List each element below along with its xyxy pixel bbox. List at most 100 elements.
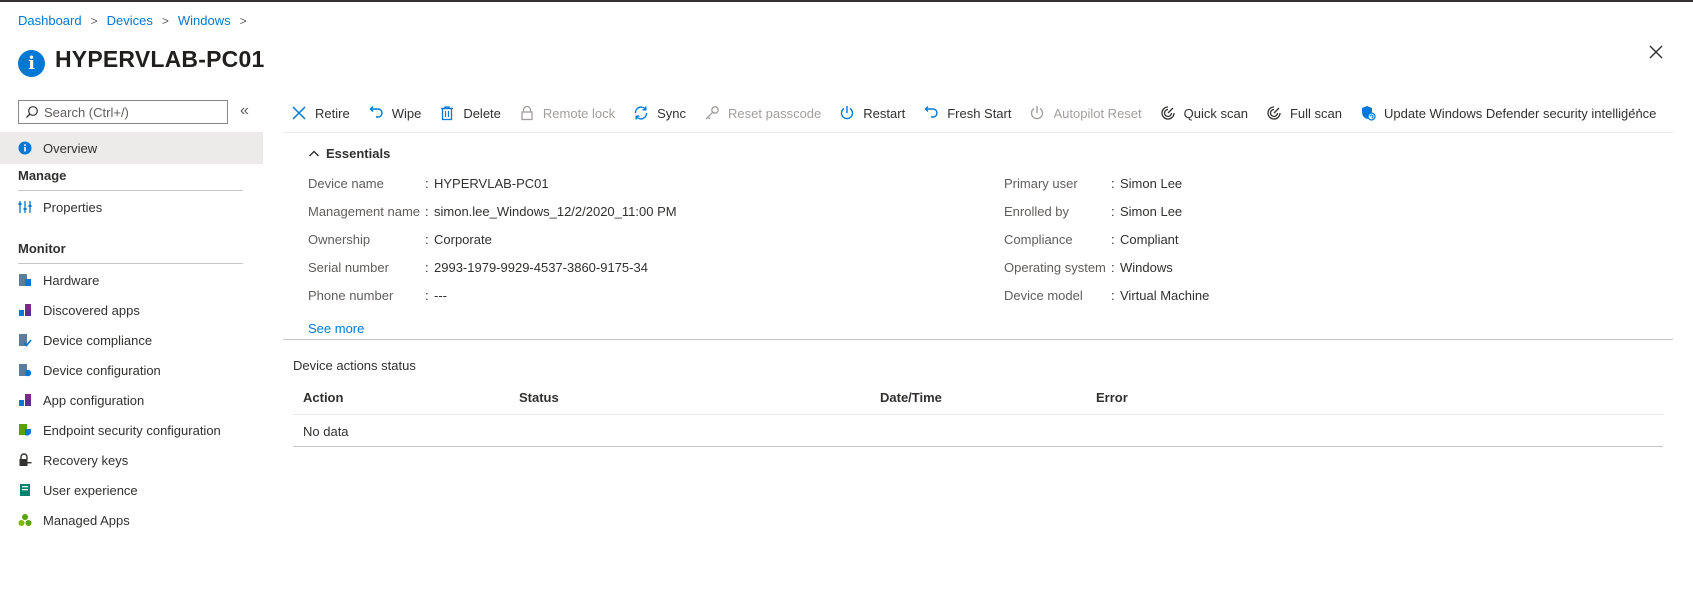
section-heading-manage: Manage (18, 168, 243, 191)
retire-button[interactable]: Retire (290, 104, 350, 122)
page-title: HYPERVLAB-PC01 (55, 46, 265, 72)
breadcrumb-devices[interactable]: Devices (107, 13, 153, 28)
essentials-colon: : (425, 288, 429, 303)
reset-passcode-button[interactable]: Reset passcode (703, 104, 821, 122)
column-header-status[interactable]: Status (519, 390, 559, 405)
essentials-value: Corporate (434, 232, 492, 247)
managed-apps-icon (18, 513, 32, 527)
chevron-right-icon: > (239, 13, 247, 28)
collapse-sidebar-icon[interactable]: « (240, 102, 249, 120)
retire-label: Retire (315, 105, 350, 121)
sidebar-item-hardware[interactable]: Hardware (0, 265, 263, 295)
essentials-colon: : (425, 204, 429, 219)
divider (283, 132, 1673, 133)
quick-scan-button[interactable]: Quick scan (1159, 104, 1248, 122)
refresh-icon (922, 104, 940, 122)
essentials-toggle[interactable]: Essentials (308, 146, 390, 161)
essentials-key: Phone number (308, 288, 394, 303)
essentials-colon: : (1111, 260, 1115, 275)
essentials-colon: : (1111, 204, 1115, 219)
sidebar-item-endpoint-security-configuration[interactable]: Endpoint security configuration (0, 415, 263, 445)
sidebar-item-user-experience[interactable]: User experience (0, 475, 263, 505)
essentials-row: Device name : HYPERVLAB-PC01 (308, 176, 549, 192)
close-button[interactable] (1648, 44, 1668, 64)
column-header-datetime[interactable]: Date/Time (880, 390, 942, 405)
top-border (0, 0, 1693, 2)
essentials-key: Enrolled by (1004, 204, 1070, 219)
essentials-colon: : (425, 176, 429, 191)
sync-icon (632, 104, 650, 122)
fresh-start-button[interactable]: Fresh Start (922, 104, 1011, 122)
sidebar-item-discovered-apps[interactable]: Discovered apps (0, 295, 263, 325)
essentials-row: Enrolled by : Simon Lee (1004, 204, 1182, 220)
more-actions-icon[interactable]: ··· (1624, 101, 1643, 119)
configuration-icon (18, 363, 32, 377)
autopilot-reset-button[interactable]: Autopilot Reset (1028, 104, 1142, 122)
autopilot-reset-label: Autopilot Reset (1053, 105, 1142, 121)
remote-lock-label: Remote lock (542, 105, 616, 121)
essentials-value: 2993-1979-9929-4537-3860-9175-34 (434, 260, 648, 275)
update-defender-button[interactable]: Update Windows Defender security intelli… (1359, 104, 1656, 122)
breadcrumb-windows[interactable]: Windows (178, 13, 231, 28)
primary-user-link[interactable]: Simon Lee (1120, 176, 1182, 192)
command-bar: Retire Wipe Delete Remote lock Sync Rese… (290, 102, 1673, 124)
sidebar-item-app-configuration[interactable]: App configuration (0, 385, 263, 415)
sidebar-item-label: User experience (43, 482, 138, 498)
essentials-value: Virtual Machine (1120, 288, 1210, 303)
search-box[interactable] (18, 100, 228, 124)
sidebar-item-overview[interactable]: Overview (0, 132, 263, 164)
compliance-icon (18, 333, 32, 347)
sidebar-item-device-configuration[interactable]: Device configuration (0, 355, 263, 385)
essentials-value: simon.lee_Windows_12/2/2020_11:00 PM (434, 204, 677, 219)
key-icon (18, 453, 32, 467)
sidebar-item-label: Overview (43, 140, 98, 156)
hardware-icon (18, 273, 32, 287)
essentials-value: HYPERVLAB-PC01 (434, 176, 549, 191)
restart-button[interactable]: Restart (838, 104, 905, 122)
essentials-value: Compliant (1120, 232, 1179, 247)
essentials-row: Phone number : --- (308, 288, 447, 304)
essentials-key: Management name (308, 204, 421, 219)
app-configuration-icon (18, 393, 32, 407)
delete-button[interactable]: Delete (438, 104, 501, 122)
full-scan-label: Full scan (1289, 105, 1342, 121)
properties-icon (18, 200, 32, 214)
sidebar-item-label: Hardware (43, 272, 100, 288)
sidebar-item-label: Endpoint security configuration (43, 422, 221, 438)
remote-lock-button[interactable]: Remote lock (518, 104, 615, 122)
apps-icon (18, 303, 32, 317)
search-icon (26, 106, 38, 118)
scan-icon (1159, 104, 1177, 122)
essentials-row: Management name : simon.lee_Windows_12/2… (308, 204, 677, 220)
shield-update-icon (1359, 104, 1377, 122)
section-heading-monitor: Monitor (18, 241, 243, 264)
sidebar-item-properties[interactable]: Properties (0, 192, 263, 222)
breadcrumb-dashboard[interactable]: Dashboard (18, 13, 82, 28)
divider (293, 414, 1663, 415)
enrolled-by-link[interactable]: Simon Lee (1120, 204, 1182, 220)
close-icon (1649, 45, 1663, 59)
full-scan-button[interactable]: Full scan (1265, 104, 1342, 122)
reset-passcode-label: Reset passcode (728, 105, 822, 121)
column-header-action[interactable]: Action (303, 390, 343, 405)
essentials-row: Device model : Virtual Machine (1004, 288, 1209, 304)
sidebar-item-device-compliance[interactable]: Device compliance (0, 325, 263, 355)
power-icon (838, 104, 856, 122)
wipe-button[interactable]: Wipe (367, 104, 421, 122)
essentials-value: Windows (1120, 260, 1173, 275)
essentials-row: Serial number : 2993-1979-9929-4537-3860… (308, 260, 648, 276)
essentials-label: Essentials (326, 146, 391, 161)
divider (283, 339, 1673, 340)
sidebar-item-managed-apps[interactable]: Managed Apps (0, 505, 263, 535)
essentials-colon: : (425, 260, 429, 275)
search-input[interactable] (44, 104, 214, 120)
quick-scan-label: Quick scan (1183, 105, 1248, 121)
essentials-key: Primary user (1004, 176, 1078, 191)
sidebar-item-label: Device configuration (43, 362, 161, 378)
sync-button[interactable]: Sync (632, 104, 686, 122)
power-icon (1028, 104, 1046, 122)
see-more-link[interactable]: See more (308, 321, 364, 336)
sidebar-item-recovery-keys[interactable]: Recovery keys (0, 445, 263, 475)
sidebar-item-label: App configuration (43, 392, 145, 408)
column-header-error[interactable]: Error (1096, 390, 1128, 405)
